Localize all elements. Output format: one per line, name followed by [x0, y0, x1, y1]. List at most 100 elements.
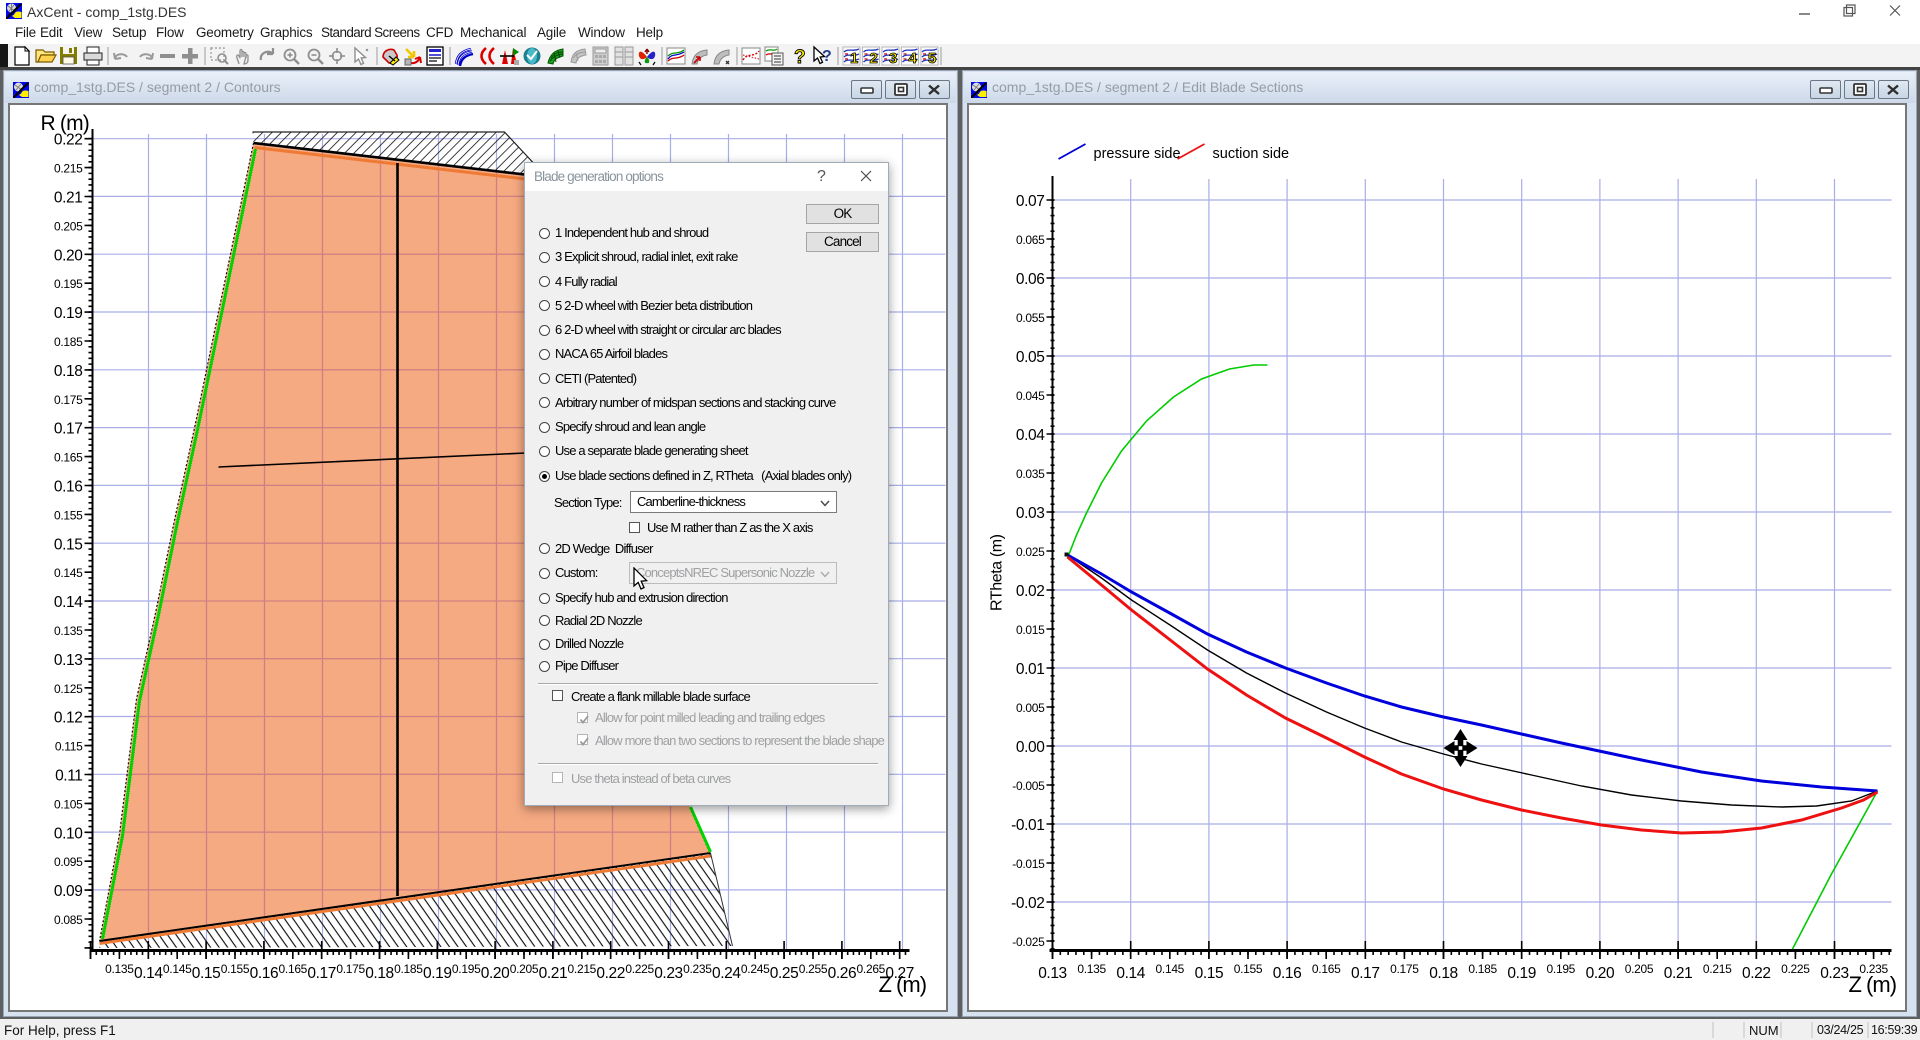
- svg-text:0.05: 0.05: [1015, 349, 1044, 366]
- svg-text:0.20: 0.20: [1585, 965, 1614, 982]
- svg-text:0.035: 0.035: [1015, 467, 1044, 481]
- svg-text:suction side: suction side: [1212, 146, 1289, 162]
- svg-text:RTheta (m): RTheta (m): [988, 534, 1005, 611]
- svg-text:0.165: 0.165: [1311, 962, 1340, 976]
- svg-text:0.07: 0.07: [1015, 193, 1044, 210]
- svg-text:0.13: 0.13: [53, 652, 82, 669]
- svg-text:2: 2: [870, 50, 878, 67]
- svg-text:0.01: 0.01: [1015, 661, 1044, 678]
- svg-text:0.02: 0.02: [1015, 583, 1044, 600]
- svg-text:-0.005: -0.005: [1012, 779, 1045, 793]
- svg-text:0.195: 0.195: [1546, 962, 1575, 976]
- svg-text:0.155: 0.155: [220, 962, 249, 976]
- svg-text:0.12: 0.12: [53, 710, 82, 727]
- svg-text:0.045: 0.045: [1015, 389, 1044, 403]
- svg-text:0.245: 0.245: [740, 962, 769, 976]
- svg-text:0.215: 0.215: [567, 962, 596, 976]
- svg-text:3: 3: [889, 50, 897, 67]
- svg-text:-0.025: -0.025: [1012, 935, 1045, 949]
- svg-text:0.145: 0.145: [53, 566, 82, 580]
- svg-text:0.205: 0.205: [509, 962, 538, 976]
- svg-text:0.24: 0.24: [712, 965, 741, 982]
- svg-text:0.185: 0.185: [53, 335, 82, 349]
- svg-text:0.215: 0.215: [53, 162, 82, 176]
- svg-text:0.065: 0.065: [1015, 233, 1044, 247]
- svg-text:0.185: 0.185: [1468, 962, 1497, 976]
- svg-text:0.18: 0.18: [53, 363, 82, 380]
- svg-text:0.13: 0.13: [1038, 965, 1067, 982]
- svg-text:0.165: 0.165: [53, 451, 82, 465]
- svg-text:0.225: 0.225: [1781, 962, 1810, 976]
- svg-text:0.175: 0.175: [1390, 962, 1419, 976]
- svg-text:pressure side: pressure side: [1093, 146, 1180, 162]
- svg-text:0.125: 0.125: [53, 682, 82, 696]
- svg-text:0.21: 0.21: [538, 965, 567, 982]
- svg-text:0.135: 0.135: [1077, 962, 1106, 976]
- svg-text:-0.01: -0.01: [1011, 817, 1044, 834]
- svg-text:0.21: 0.21: [53, 190, 82, 207]
- svg-text:0.205: 0.205: [1624, 962, 1653, 976]
- svg-text:0.18: 0.18: [1429, 965, 1458, 982]
- svg-text:0.025: 0.025: [1015, 545, 1044, 559]
- svg-text:0.20: 0.20: [480, 965, 509, 982]
- svg-text:0.185: 0.185: [394, 962, 423, 976]
- svg-text:0.105: 0.105: [53, 797, 82, 811]
- svg-text:0.20: 0.20: [53, 247, 82, 264]
- svg-text:0.255: 0.255: [798, 962, 827, 976]
- svg-text:0.19: 0.19: [53, 305, 82, 322]
- svg-text:0.155: 0.155: [53, 508, 82, 522]
- svg-text:0.145: 0.145: [1155, 962, 1184, 976]
- svg-text:0.15: 0.15: [191, 965, 220, 982]
- svg-text:0.26: 0.26: [827, 965, 856, 982]
- svg-text:0.19: 0.19: [1507, 965, 1536, 982]
- svg-text:?: ?: [794, 47, 806, 68]
- svg-text:0.10: 0.10: [53, 825, 82, 842]
- svg-text:0.095: 0.095: [53, 855, 82, 869]
- svg-text:0.175: 0.175: [53, 393, 82, 407]
- svg-text:4: 4: [909, 50, 918, 67]
- svg-text:0.005: 0.005: [1015, 701, 1044, 715]
- svg-text:?: ?: [822, 48, 832, 65]
- svg-text:0.23: 0.23: [654, 965, 683, 982]
- svg-text:0.15: 0.15: [53, 536, 82, 553]
- svg-text:0.165: 0.165: [278, 962, 307, 976]
- svg-text:0.23: 0.23: [1820, 965, 1849, 982]
- svg-text:0.17: 0.17: [1351, 965, 1380, 982]
- svg-text:R (m): R (m): [40, 112, 88, 135]
- svg-text:0.14: 0.14: [1116, 965, 1145, 982]
- svg-text:0.16: 0.16: [1272, 965, 1301, 982]
- svg-text:0.19: 0.19: [423, 965, 452, 982]
- svg-text:0.00: 0.00: [1015, 739, 1044, 756]
- svg-text:-0.015: -0.015: [1012, 857, 1045, 871]
- svg-text:0.055: 0.055: [1015, 311, 1044, 325]
- svg-text:0.16: 0.16: [249, 965, 278, 982]
- svg-text:0.22: 0.22: [1742, 965, 1771, 982]
- svg-text:0.215: 0.215: [1702, 962, 1731, 976]
- svg-text:0.03: 0.03: [1015, 505, 1044, 522]
- svg-text:0.09: 0.09: [53, 883, 82, 900]
- svg-text:0.235: 0.235: [683, 962, 712, 976]
- svg-text:0.205: 0.205: [53, 219, 82, 233]
- svg-text:0.21: 0.21: [1663, 965, 1692, 982]
- svg-text:0.17: 0.17: [307, 965, 336, 982]
- svg-text:0.135: 0.135: [105, 962, 134, 976]
- svg-text:0.135: 0.135: [53, 624, 82, 638]
- svg-text:0.04: 0.04: [1015, 427, 1044, 444]
- svg-text:0.145: 0.145: [162, 962, 191, 976]
- svg-text:0.14: 0.14: [134, 965, 163, 982]
- svg-text:0.14: 0.14: [53, 594, 82, 611]
- svg-text:-0.02: -0.02: [1011, 895, 1044, 912]
- svg-text:0.17: 0.17: [53, 421, 82, 438]
- svg-text:0.195: 0.195: [53, 277, 82, 291]
- svg-text:0.175: 0.175: [336, 962, 365, 976]
- svg-text:1: 1: [850, 50, 858, 67]
- svg-text:0.18: 0.18: [365, 965, 394, 982]
- svg-text:0.06: 0.06: [1015, 271, 1044, 288]
- svg-text:5: 5: [928, 50, 936, 67]
- svg-text:0.195: 0.195: [451, 962, 480, 976]
- svg-text:0.15: 0.15: [1194, 965, 1223, 982]
- svg-text:0.16: 0.16: [53, 479, 82, 496]
- svg-text:0.155: 0.155: [1233, 962, 1262, 976]
- svg-text:0.225: 0.225: [625, 962, 654, 976]
- svg-text:Z (m): Z (m): [1848, 972, 1896, 997]
